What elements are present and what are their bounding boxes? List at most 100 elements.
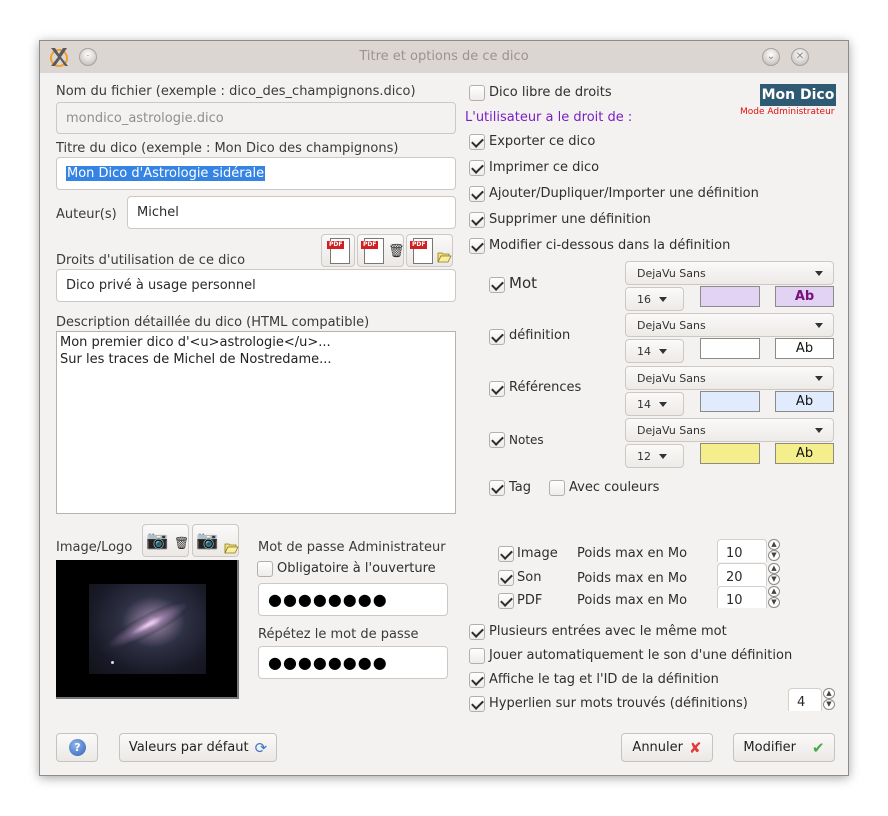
- spin-down-icon[interactable]: ▼: [768, 597, 780, 608]
- option-checkbox-autoplay-sound[interactable]: [469, 648, 485, 664]
- weight-label: Poids max en Mo: [577, 593, 688, 608]
- mandatory-checkbox[interactable]: [257, 561, 273, 577]
- size-value: 14: [637, 344, 651, 358]
- style-label-references: Références: [509, 380, 582, 395]
- permission-checkbox-export[interactable]: [469, 134, 485, 150]
- image-open-button[interactable]: 📷: [192, 524, 239, 557]
- font-value: DejaVu Sans: [637, 423, 706, 437]
- sample-definition[interactable]: Ab: [775, 338, 834, 359]
- style-checkbox-definition[interactable]: [489, 329, 505, 345]
- option-checkbox-hyperlink[interactable]: [469, 696, 485, 712]
- authors-input[interactable]: Michel: [127, 196, 456, 229]
- media-weight-input-image[interactable]: 10: [717, 539, 767, 562]
- style-checkbox-notes[interactable]: [489, 432, 505, 448]
- folder-open-icon: [437, 252, 452, 263]
- filename-input[interactable]: mondico_astrologie.dico: [56, 102, 456, 134]
- font-select-definition[interactable]: DejaVu Sans: [625, 313, 834, 337]
- media-weight-spinner-sound[interactable]: ▲ ▼: [768, 563, 780, 585]
- dialog-window: · Titre et options de ce dico ⌄ ✕ Nom du…: [39, 40, 849, 776]
- media-label: Son: [517, 570, 542, 585]
- help-button[interactable]: ?: [56, 733, 98, 762]
- style-checkbox-mot[interactable]: [489, 277, 505, 293]
- free-rights-checkbox[interactable]: [469, 85, 485, 101]
- dropdown-arrow-icon: [815, 271, 823, 276]
- pdf-delete-button[interactable]: PDF 🗑: [357, 234, 405, 267]
- media-weight-input-sound[interactable]: 20: [717, 563, 767, 586]
- permission-checkbox-delete[interactable]: [469, 212, 485, 228]
- spin-down-icon[interactable]: ▼: [768, 550, 780, 561]
- sample-mot[interactable]: Ab: [775, 286, 834, 307]
- option-label: Hyperlien sur mots trouvés (définitions): [489, 696, 748, 711]
- option-label: Jouer automatiquement le son d'une défin…: [489, 648, 793, 663]
- size-select-references[interactable]: 14: [625, 392, 684, 416]
- spin-up-icon[interactable]: ▲: [768, 586, 780, 597]
- checkmark-icon: ✔: [812, 738, 825, 757]
- media-checkbox-pdf[interactable]: [498, 593, 514, 609]
- close-icon[interactable]: ✕: [791, 48, 809, 66]
- permission-checkbox-print[interactable]: [469, 160, 485, 176]
- media-checkbox-image[interactable]: [498, 546, 514, 562]
- title-value: Mon Dico d'Astrologie sidérale: [66, 166, 266, 181]
- size-select-definition[interactable]: 14: [625, 339, 684, 363]
- filename-value: mondico_astrologie.dico: [66, 110, 224, 126]
- modify-button[interactable]: Modifier ✔: [733, 733, 835, 762]
- image-delete-button[interactable]: 📷 🗑: [142, 524, 189, 557]
- hyperlink-count-spinner[interactable]: ▲ ▼: [823, 688, 835, 710]
- permission-label: Modifier ci-dessous dans la définition: [489, 238, 731, 253]
- authors-value: Michel: [137, 205, 179, 220]
- dropdown-arrow-icon: [815, 376, 823, 381]
- title-input[interactable]: Mon Dico d'Astrologie sidérale: [56, 157, 456, 190]
- folder-open-icon: [224, 543, 239, 554]
- bg-color-swatch-references[interactable]: [700, 391, 760, 412]
- media-weight-spinner-image[interactable]: ▲ ▼: [768, 539, 780, 561]
- logo-image: [56, 560, 239, 699]
- font-select-mot[interactable]: DejaVu Sans: [625, 261, 834, 285]
- spin-up-icon[interactable]: ▲: [768, 563, 780, 574]
- hyperlink-count-input[interactable]: 4: [788, 688, 822, 711]
- permission-checkbox-modify[interactable]: [469, 238, 485, 254]
- sample-references[interactable]: Ab: [775, 391, 834, 412]
- description-textarea[interactable]: Mon premier dico d'<u>astrologie</u>... …: [56, 331, 456, 514]
- bg-color-swatch-mot[interactable]: [700, 286, 760, 307]
- permission-checkbox-add[interactable]: [469, 186, 485, 202]
- bg-color-swatch-notes[interactable]: [700, 443, 760, 464]
- spin-down-icon[interactable]: ▼: [768, 574, 780, 585]
- style-checkbox-references[interactable]: [489, 381, 505, 397]
- title-bar[interactable]: · Titre et options de ce dico ⌄ ✕: [40, 41, 848, 73]
- shade-icon[interactable]: ⌄: [762, 48, 780, 66]
- defaults-button[interactable]: Valeurs par défaut ⟳: [119, 733, 277, 762]
- tag-checkbox[interactable]: [489, 480, 505, 496]
- repeat-password-input[interactable]: ●●●●●●●●: [258, 646, 448, 679]
- pdf-view-icon: PDF: [327, 238, 350, 264]
- sample-notes[interactable]: Ab: [775, 443, 834, 464]
- font-select-references[interactable]: DejaVu Sans: [625, 366, 834, 390]
- media-weight-spinner-pdf[interactable]: ▲ ▼: [768, 586, 780, 608]
- font-select-notes[interactable]: DejaVu Sans: [625, 418, 834, 442]
- cancel-button[interactable]: Annuler ✘: [621, 733, 713, 762]
- pdf-view-button[interactable]: PDF: [321, 234, 355, 267]
- spin-up-icon[interactable]: ▲: [768, 539, 780, 550]
- size-select-mot[interactable]: 16: [625, 287, 684, 311]
- media-weight-input-pdf[interactable]: 10: [717, 586, 767, 608]
- rights-input[interactable]: Dico privé à usage personnel: [56, 269, 456, 302]
- with-colors-label: Avec couleurs: [569, 480, 660, 495]
- permission-label: Supprimer une définition: [489, 212, 651, 227]
- font-value: DejaVu Sans: [637, 318, 706, 332]
- media-label: PDF: [517, 593, 543, 608]
- spin-down-icon[interactable]: ▼: [823, 699, 835, 710]
- size-select-notes[interactable]: 12: [625, 444, 684, 468]
- dropdown-arrow-icon: [815, 428, 823, 433]
- image-label: Image/Logo: [56, 540, 133, 555]
- size-value: 14: [637, 397, 651, 411]
- mandatory-label: Obligatoire à l'ouverture: [277, 561, 436, 576]
- option-checkbox-multiple-entries[interactable]: [469, 624, 485, 640]
- with-colors-checkbox[interactable]: [549, 480, 565, 496]
- defaults-label: Valeurs par défaut: [128, 740, 249, 755]
- spin-up-icon[interactable]: ▲: [823, 688, 835, 699]
- bg-color-swatch-definition[interactable]: [700, 338, 760, 359]
- refresh-icon: ⟳: [254, 738, 268, 757]
- media-checkbox-sound[interactable]: [498, 570, 514, 586]
- option-checkbox-show-tag-id[interactable]: [469, 672, 485, 688]
- pdf-open-button[interactable]: PDF: [406, 234, 453, 267]
- password-input[interactable]: ●●●●●●●●: [258, 583, 448, 616]
